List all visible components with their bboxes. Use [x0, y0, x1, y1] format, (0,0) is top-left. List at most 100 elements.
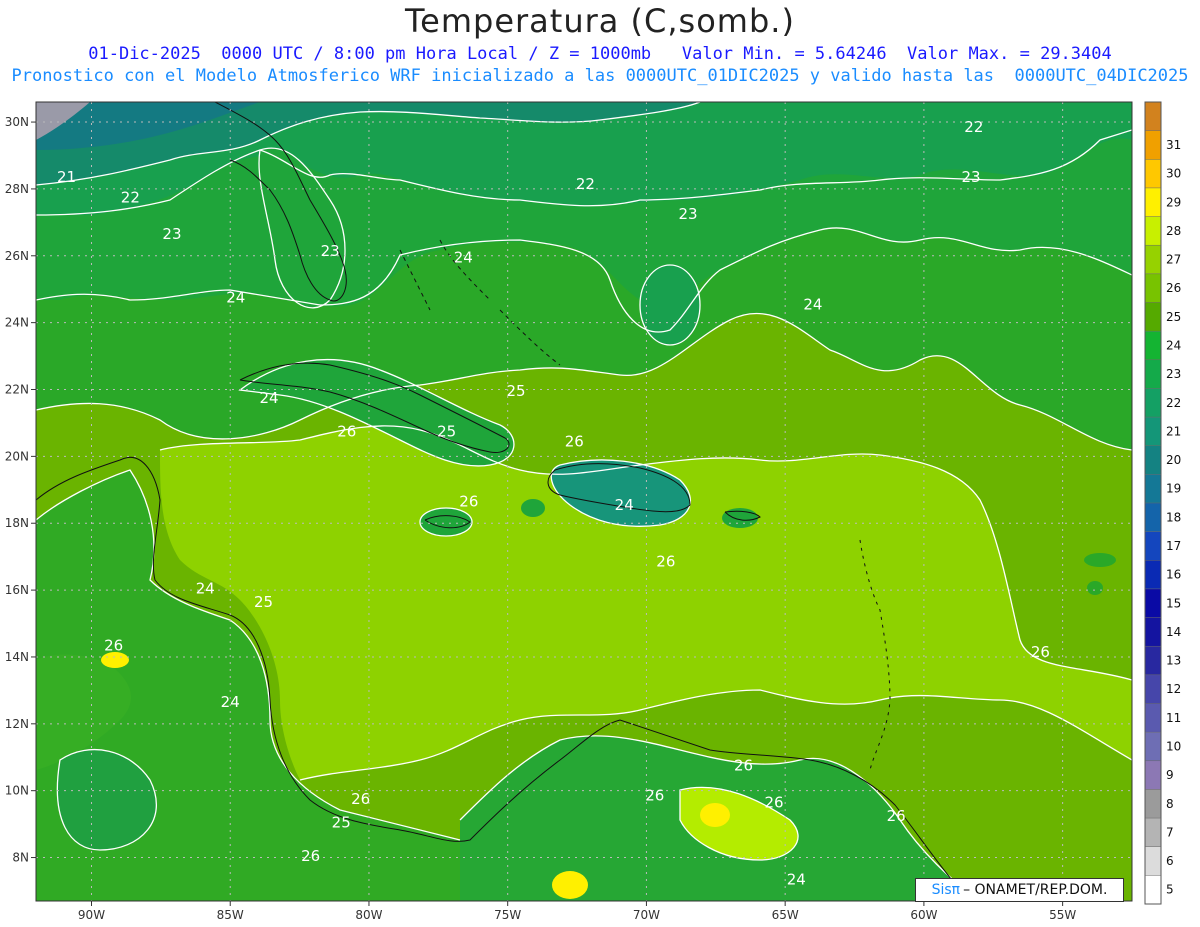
colorbar-swatch [1145, 588, 1161, 618]
contour-label: 24 [196, 579, 215, 597]
colorbar-label: 30 [1166, 167, 1181, 181]
contour-label: 22 [576, 175, 595, 193]
colorbar-label: 7 [1166, 825, 1174, 839]
colorbar-label: 23 [1166, 367, 1181, 381]
colorbar-label: 31 [1166, 138, 1181, 152]
tick-label-lat: 12N [5, 717, 29, 731]
contour-label: 26 [337, 422, 356, 440]
colorbar-label: 21 [1166, 424, 1181, 438]
colorbar-swatch [1145, 760, 1161, 790]
contour-label: 22 [121, 188, 140, 206]
colorbar-label: 17 [1166, 539, 1181, 553]
contour-label: 26 [887, 807, 906, 825]
tick-label-lat: 26N [5, 249, 29, 263]
contour-label: 21 [57, 168, 76, 186]
colorbar-swatch [1145, 159, 1161, 188]
colorbar-swatch [1145, 359, 1161, 389]
contour-label: 26 [734, 757, 753, 775]
credit-box: Sisπ – ONAMET/REP.DOM. [915, 878, 1124, 902]
colorbar-swatch [1145, 445, 1161, 475]
contour-label: 24 [803, 295, 822, 313]
colorbar-label: 14 [1166, 625, 1181, 639]
colorbar-swatch [1145, 388, 1161, 418]
colorbar-swatch [1145, 674, 1161, 704]
tick-label-lon: 65W [772, 908, 799, 922]
contour-label: 26 [1031, 643, 1050, 661]
colorbar-swatch [1145, 331, 1161, 360]
contour-label: 23 [321, 242, 340, 260]
colorbar-swatch [1145, 187, 1161, 217]
colorbar-label: 16 [1166, 568, 1181, 582]
colorbar-swatch [1145, 216, 1161, 246]
tick-label-lon: 90W [78, 908, 105, 922]
colorbar-label: 27 [1166, 253, 1181, 267]
contour-label: 26 [459, 493, 478, 511]
colorbar-swatch [1145, 703, 1161, 733]
colorbar-label: 5 [1166, 883, 1174, 897]
field-zone-small-cool2 [1087, 581, 1103, 595]
contour-label: 26 [351, 790, 370, 808]
contour-label: 26 [765, 793, 784, 811]
contour-label: 24 [454, 248, 473, 266]
contour-label: 23 [679, 205, 698, 223]
contour-label: 24 [615, 496, 634, 514]
colorbar-swatch [1145, 818, 1161, 847]
field-zone-28 [700, 803, 730, 827]
colorbar-swatch [1145, 531, 1161, 561]
colorbar-swatch [1145, 646, 1161, 675]
tick-label-lon: 85W [217, 908, 244, 922]
contour-label: 26 [301, 847, 320, 865]
colorbar-swatch [1145, 102, 1161, 131]
colorbar-label: 13 [1166, 654, 1181, 668]
tick-label-lat: 10N [5, 784, 29, 798]
temperature-map: 90W 85W 80W 75W 70W 65W 60W 55W 30N 28N 26N 24N 22N 2… [5, 101, 1181, 922]
colorbar-label: 11 [1166, 711, 1181, 725]
colorbar-label: 24 [1166, 338, 1181, 352]
tick-label-lat: 20N [5, 449, 29, 463]
tick-label-lat: 8N [12, 851, 29, 865]
colorbar-label: 15 [1166, 596, 1181, 610]
colorbar-swatch [1145, 245, 1161, 274]
credit-text: – ONAMET/REP.DOM. [963, 882, 1108, 898]
field-zone-haiti-sw [521, 499, 545, 517]
colorbar-swatch [1145, 273, 1161, 303]
contour-label: 26 [104, 636, 123, 654]
tick-label-lat: 30N [5, 115, 29, 129]
tick-label-lat: 28N [5, 182, 29, 196]
tick-label-lat: 16N [5, 583, 29, 597]
colorbar-label: 18 [1166, 510, 1181, 524]
contour-label: 24 [221, 693, 240, 711]
colorbar-label: 20 [1166, 453, 1181, 467]
colorbar-swatch [1145, 789, 1161, 819]
field-zone-28c [101, 652, 129, 668]
colorbar-swatch [1145, 875, 1161, 904]
colorbar-label: 9 [1166, 768, 1174, 782]
tick-label-lon: 60W [910, 908, 937, 922]
colorbar-label: 25 [1166, 310, 1181, 324]
colorbar-label: 28 [1166, 224, 1181, 238]
contour-label: 25 [506, 382, 525, 400]
tick-label-lat: 14N [5, 650, 29, 664]
contour-label: 25 [254, 593, 273, 611]
field-zone-28b [552, 871, 588, 899]
colorbar-label: 22 [1166, 396, 1181, 410]
colorbar-swatch [1145, 417, 1161, 446]
colorbar-swatch [1145, 474, 1161, 503]
colorbar-label: 10 [1166, 739, 1181, 753]
credit-brand: Sisπ [931, 882, 961, 898]
contour-label: 24 [787, 870, 806, 888]
colorbar-label: 29 [1166, 195, 1181, 209]
contour-label: 24 [226, 289, 245, 307]
tick-label-lon: 80W [355, 908, 382, 922]
colorbar-swatch [1145, 617, 1161, 647]
colorbar-swatch [1145, 560, 1161, 589]
contour-label: 24 [260, 389, 279, 407]
tick-label-lon: 75W [494, 908, 521, 922]
colorbar-label: 8 [1166, 797, 1174, 811]
colorbar-swatch [1145, 732, 1161, 761]
contour-label: 23 [162, 225, 181, 243]
tick-label-lat: 24N [5, 316, 29, 330]
field-zone-small-cool [1084, 553, 1116, 567]
contour-label: 26 [656, 553, 675, 571]
contour-label: 22 [964, 118, 983, 136]
